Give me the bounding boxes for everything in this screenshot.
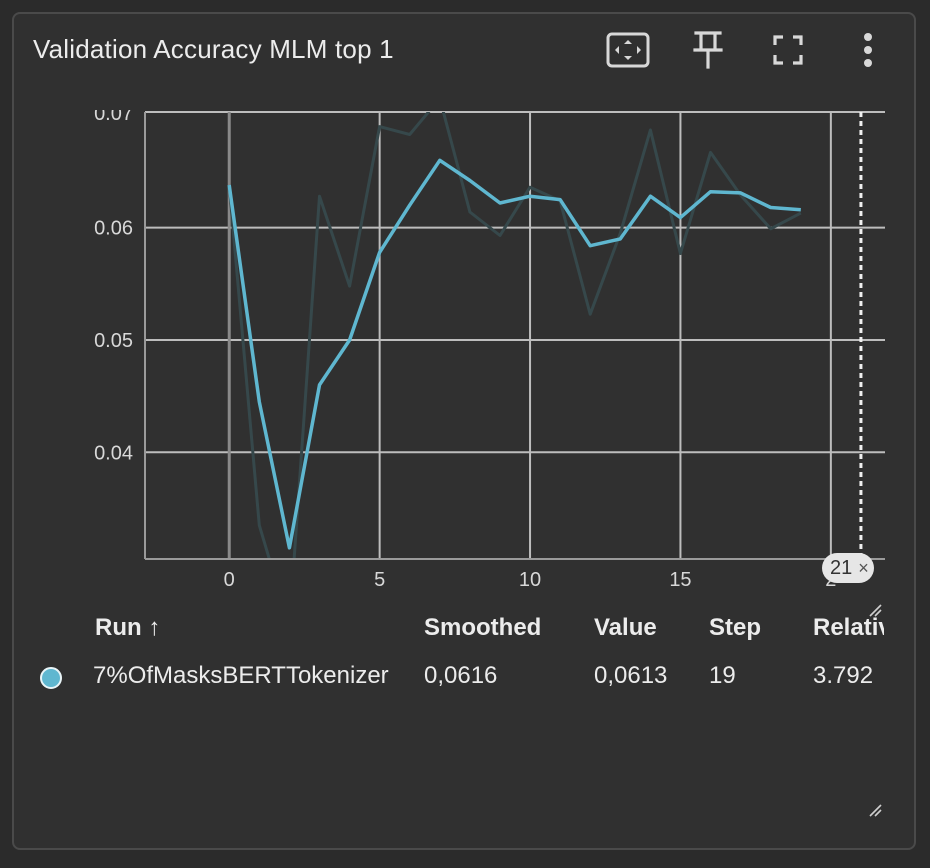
y-tick-label: 0.06 bbox=[94, 218, 133, 240]
smoothed-series-line bbox=[227, 158, 801, 550]
line-chart[interactable]: 0.040.050.060.07 0510152 bbox=[0, 0, 930, 868]
column-header-run[interactable]: Run ↑ bbox=[95, 614, 160, 642]
raw-series-line bbox=[227, 112, 802, 559]
column-header-value[interactable]: Value bbox=[594, 614, 657, 642]
run-color-swatch[interactable] bbox=[40, 667, 62, 689]
column-header-smoothed[interactable]: Smoothed bbox=[424, 614, 541, 642]
column-header-relative[interactable]: Relative bbox=[813, 614, 884, 642]
x-axis-ticks: 0510152 bbox=[224, 569, 837, 591]
x-tick-label: 15 bbox=[669, 569, 691, 591]
step-cursor-value: 21 bbox=[830, 556, 853, 579]
resize-handle-icon[interactable] bbox=[868, 803, 882, 817]
step-cursor-badge[interactable]: 21 × bbox=[822, 553, 874, 583]
y-tick-label: 0.04 bbox=[94, 442, 133, 464]
x-tick-label: 10 bbox=[519, 569, 541, 591]
cell-step: 19 bbox=[709, 662, 736, 689]
close-icon[interactable]: × bbox=[858, 558, 869, 579]
y-tick-label: 0.05 bbox=[94, 330, 133, 352]
cell-smoothed: 0,0616 bbox=[424, 662, 498, 689]
cell-relative: 3.792 bbox=[813, 662, 874, 689]
cell-run-name: 7%OfMasksBERTTokenizer bbox=[93, 662, 389, 689]
cell-value: 0,0613 bbox=[594, 662, 668, 689]
column-header-step[interactable]: Step bbox=[709, 614, 761, 642]
y-axis-ticks: 0.040.050.060.07 bbox=[60, 95, 144, 464]
x-tick-label: 5 bbox=[374, 569, 385, 591]
x-tick-label: 0 bbox=[224, 569, 235, 591]
y-label-mask bbox=[60, 95, 144, 110]
